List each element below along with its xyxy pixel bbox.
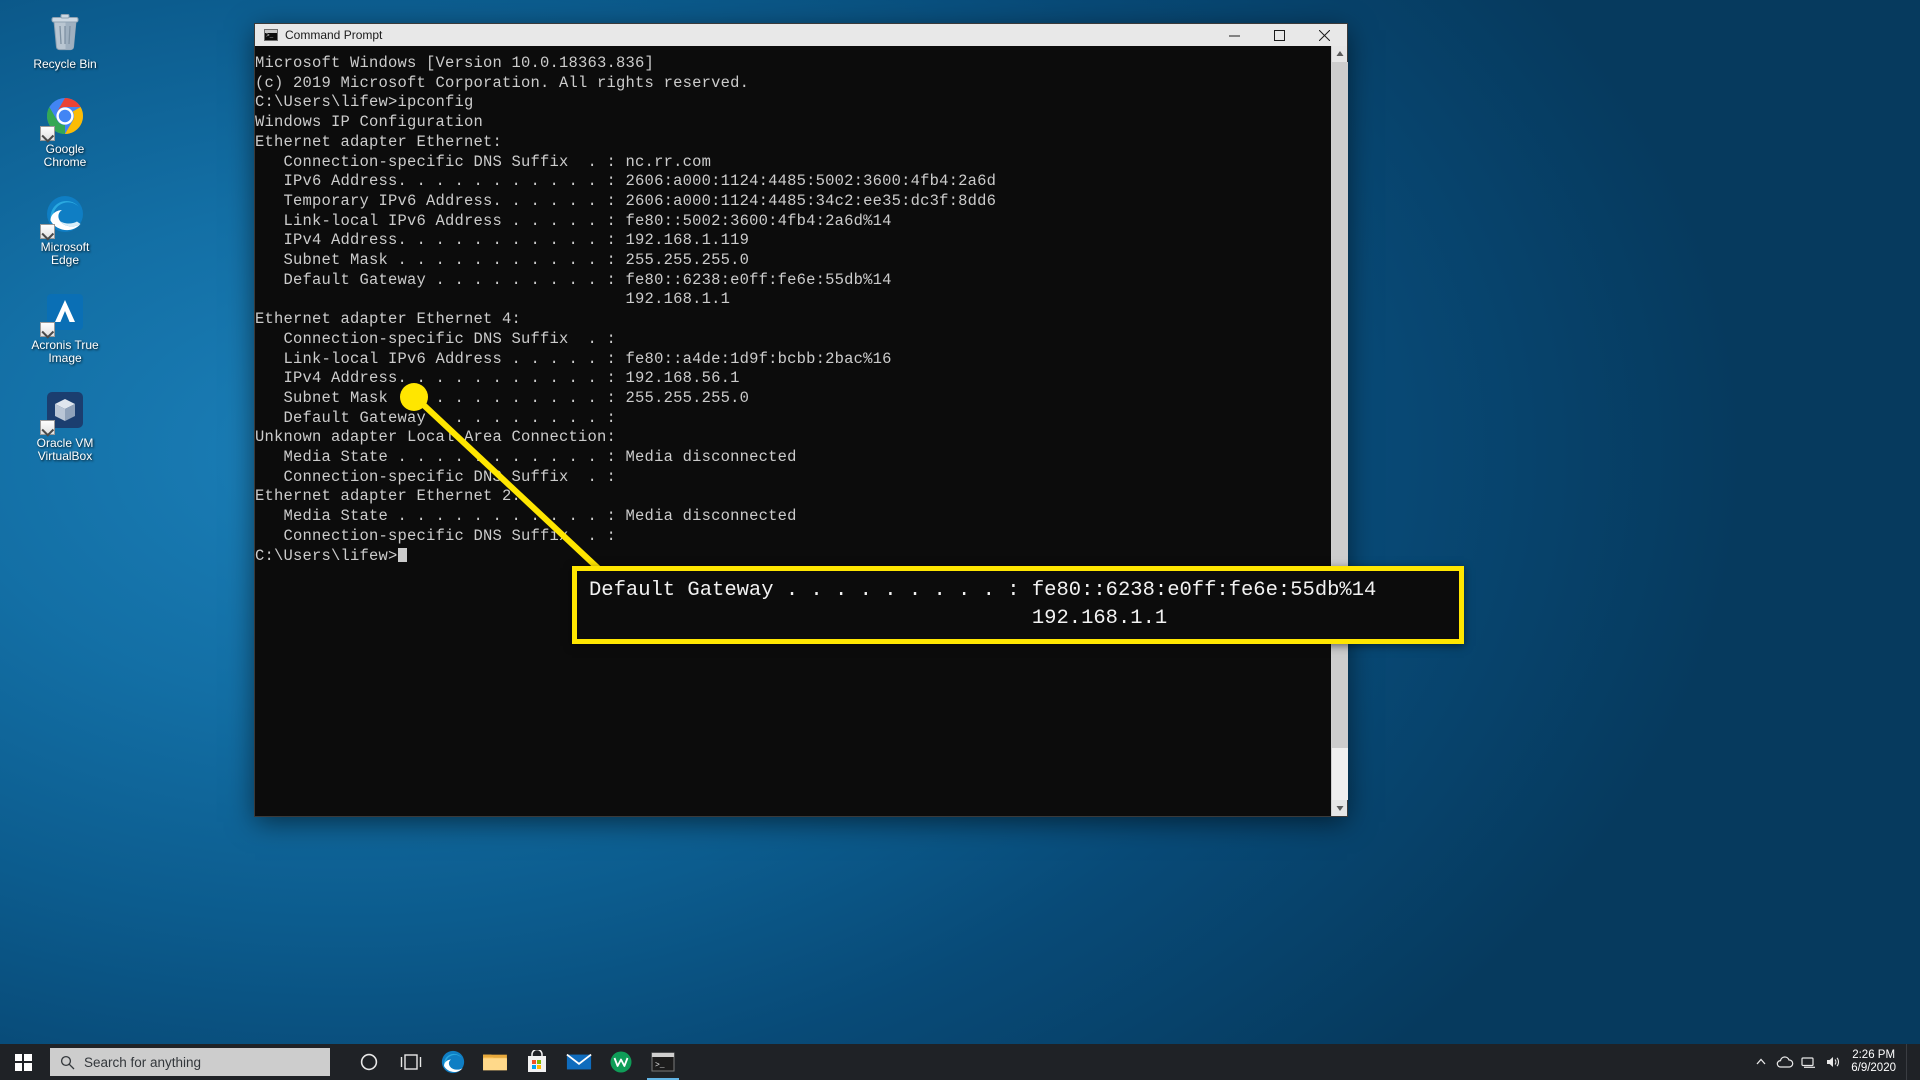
console-line: Ethernet adapter Ethernet 4:	[255, 310, 522, 329]
desktop-icon-microsoft-edge[interactable]: Microsoft Edge	[10, 191, 120, 267]
search-placeholder: Search for anything	[84, 1054, 202, 1070]
start-button[interactable]	[0, 1044, 46, 1080]
taskbar-item-task-view[interactable]	[390, 1044, 432, 1080]
window-titlebar[interactable]: Command Prompt	[255, 24, 1347, 46]
shortcut-arrow-badge	[40, 322, 55, 337]
console-line: Default Gateway . . . . . . . . . :	[255, 408, 617, 427]
console-line: Ethernet adapter Ethernet:	[255, 132, 503, 151]
oracle-vm-virtualbox-icon	[40, 387, 88, 435]
desktop-icon-label: Acronis True Image	[31, 338, 99, 365]
taskbar-item-mail[interactable]	[558, 1044, 600, 1080]
shortcut-arrow-badge	[40, 224, 55, 239]
maximize-button[interactable]	[1257, 24, 1302, 46]
console-line: Subnet Mask . . . . . . . . . . . : 255.…	[255, 251, 750, 270]
console-line: Connection-specific DNS Suffix . : nc.rr…	[255, 152, 712, 171]
system-tray: 2:26 PM 6/9/2020	[1749, 1044, 1920, 1080]
console-line: Default Gateway . . . . . . . . . : fe80…	[255, 270, 892, 289]
callout-highlight-box: Default Gateway . . . . . . . . . : fe80…	[572, 566, 1464, 644]
desktop-icon-recycle-bin[interactable]: Recycle Bin	[10, 8, 120, 71]
scroll-down-arrow[interactable]	[1332, 800, 1348, 816]
desktop-icon-google-chrome[interactable]: Google Chrome	[10, 93, 120, 169]
console-line: Media State . . . . . . . . . . . : Medi…	[255, 448, 797, 467]
onedrive-icon[interactable]	[1773, 1044, 1797, 1080]
scroll-up-arrow[interactable]	[1332, 46, 1348, 62]
desktop-icon-label: Recycle Bin	[33, 57, 97, 71]
taskbar: Search for anything >_ 2:26 PM 6/9/2020	[0, 1044, 1920, 1080]
acronis-true-image-icon	[40, 289, 88, 337]
desktop-icon-label: Google Chrome	[43, 142, 87, 169]
console-line: 192.168.1.1	[255, 290, 731, 309]
taskbar-item-microsoft-edge[interactable]	[432, 1044, 474, 1080]
console-line: IPv6 Address. . . . . . . . . . . : 2606…	[255, 172, 997, 191]
console-line: C:\Users\lifew>	[255, 547, 1331, 567]
svg-text:>_: >_	[655, 1061, 665, 1070]
taskbar-item-microsoft-store[interactable]	[516, 1044, 558, 1080]
google-chrome-icon	[40, 93, 88, 141]
desktop-icon-acronis-true-image[interactable]: Acronis True Image	[10, 289, 120, 365]
console-line: (c) 2019 Microsoft Corporation. All righ…	[255, 73, 750, 92]
desktop-icon-oracle-vm-virtualbox[interactable]: Oracle VM VirtualBox	[10, 387, 120, 463]
close-button[interactable]	[1302, 24, 1347, 46]
console-line: Connection-specific DNS Suffix . :	[255, 467, 617, 486]
shortcut-arrow-badge	[40, 126, 55, 141]
recycle-bin-icon	[42, 8, 88, 54]
clock[interactable]: 2:26 PM 6/9/2020	[1845, 1044, 1906, 1080]
console-line: Link-local IPv6 Address . . . . . : fe80…	[255, 349, 892, 368]
window-body: Microsoft Windows [Version 10.0.18363.83…	[255, 46, 1348, 816]
console-line: Microsoft Windows [Version 10.0.18363.83…	[255, 54, 655, 72]
callout-line-1: Default Gateway . . . . . . . . . : fe80…	[589, 579, 1377, 602]
window-title: Command Prompt	[285, 28, 383, 42]
console-line: Connection-specific DNS Suffix . :	[255, 329, 617, 348]
callout-pointer-dot	[400, 383, 428, 411]
network-icon[interactable]	[1797, 1044, 1821, 1080]
console-line: Unknown adapter Local Area Connection:	[255, 428, 617, 447]
console-line: Media State . . . . . . . . . . . : Medi…	[255, 507, 797, 526]
taskbar-item-command-prompt[interactable]: >_	[642, 1044, 684, 1080]
console-cursor	[397, 547, 407, 562]
command-prompt-icon	[264, 29, 278, 41]
shortcut-arrow-badge	[40, 420, 55, 435]
console-line: Windows IP Configuration	[255, 113, 484, 132]
minimize-button[interactable]	[1212, 24, 1257, 46]
search-input[interactable]: Search for anything	[50, 1048, 330, 1076]
taskbar-item-wondershare[interactable]	[600, 1044, 642, 1080]
scrollbar-track[interactable]	[1331, 62, 1348, 800]
command-prompt-window[interactable]: Command Prompt Microsoft Windows [Versio…	[255, 24, 1348, 816]
desktop-icon-grid: Recycle Bin Google Chrome Microsoft Edge…	[0, 8, 130, 485]
search-icon	[60, 1055, 75, 1070]
taskbar-item-file-explorer[interactable]	[474, 1044, 516, 1080]
show-hidden-icons-button[interactable]	[1749, 1044, 1773, 1080]
clock-date: 6/9/2020	[1851, 1062, 1896, 1074]
console-line: Connection-specific DNS Suffix . :	[255, 526, 617, 545]
microsoft-edge-icon	[40, 191, 88, 239]
console-line: Link-local IPv6 Address . . . . . : fe80…	[255, 211, 892, 230]
windows-logo-icon	[14, 1053, 32, 1071]
desktop-icon-label: Microsoft Edge	[40, 240, 90, 267]
console-line: C:\Users\lifew>ipconfig	[255, 93, 474, 112]
console-scrollbar[interactable]	[1331, 46, 1348, 816]
callout-line-2: 192.168.1.1	[589, 607, 1168, 630]
console-line: Temporary IPv6 Address. . . . . . : 2606…	[255, 191, 997, 210]
window-controls	[1212, 24, 1347, 46]
desktop-icon-label: Oracle VM VirtualBox	[36, 436, 94, 463]
console-line: Ethernet adapter Ethernet 2:	[255, 487, 522, 506]
scrollbar-thumb[interactable]	[1331, 62, 1348, 748]
taskbar-icons: >_	[348, 1044, 684, 1080]
taskbar-item-cortana[interactable]	[348, 1044, 390, 1080]
volume-icon[interactable]	[1821, 1044, 1845, 1080]
console-output[interactable]: Microsoft Windows [Version 10.0.18363.83…	[255, 46, 1331, 816]
show-desktop-button[interactable]	[1906, 1044, 1914, 1080]
clock-time: 2:26 PM	[1852, 1049, 1896, 1061]
console-line: IPv4 Address. . . . . . . . . . . : 192.…	[255, 231, 750, 250]
